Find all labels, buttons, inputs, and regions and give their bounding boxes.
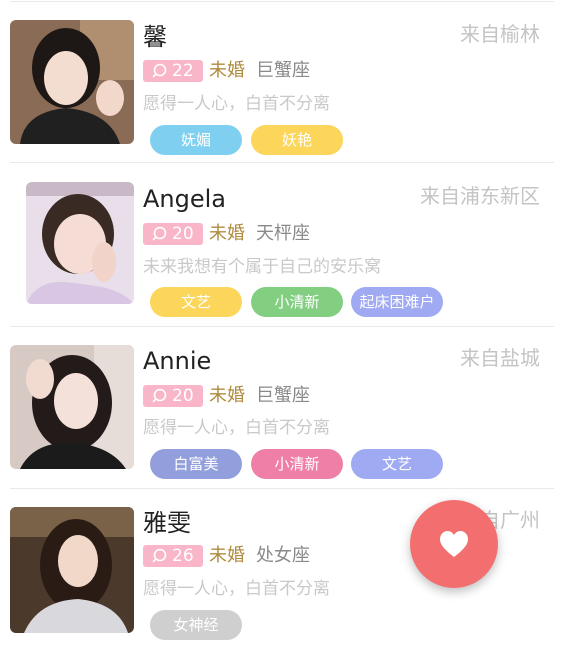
tag[interactable]: 妖艳 (251, 125, 343, 155)
age-badge: 26 (143, 545, 203, 567)
tag[interactable]: 起床困难户 (351, 287, 443, 317)
user-name: Annie (143, 347, 212, 375)
user-location: 来自榆林 (460, 22, 540, 46)
chat-bubble-icon (152, 226, 167, 241)
avatar-photo (26, 182, 134, 304)
age-value: 20 (172, 386, 194, 406)
age-badge: 20 (143, 385, 203, 407)
avatar[interactable] (10, 507, 134, 633)
like-fab-button[interactable] (410, 500, 498, 588)
user-card[interactable]: Annie 来自盐城 20 未婚 巨蟹座 愿得一人心，白首不分离 白富美 小清新… (0, 326, 564, 488)
age-badge: 20 (143, 223, 203, 245)
avatar-photo (10, 345, 134, 469)
user-motto: 未来我想有个属于自己的安乐窝 (143, 257, 381, 277)
avatar-photo (10, 507, 134, 633)
tag[interactable]: 妩媚 (150, 125, 242, 155)
chat-bubble-icon (152, 388, 167, 403)
age-value: 20 (172, 224, 194, 244)
tag[interactable]: 文艺 (150, 287, 242, 317)
avatar[interactable] (10, 20, 134, 144)
user-motto: 愿得一人心，白首不分离 (143, 94, 330, 114)
marital-status: 未婚 (209, 223, 245, 244)
tag[interactable]: 小清新 (251, 287, 343, 317)
zodiac-sign: 天枰座 (256, 223, 310, 244)
tag[interactable]: 白富美 (150, 449, 242, 479)
zodiac-sign: 巨蟹座 (256, 385, 310, 406)
marital-status: 未婚 (209, 545, 245, 566)
tag[interactable]: 女神经 (150, 610, 242, 640)
avatar[interactable] (26, 182, 134, 304)
chat-bubble-icon (152, 548, 167, 563)
user-location: 来自浦东新区 (420, 184, 540, 208)
tag[interactable]: 小清新 (251, 449, 343, 479)
age-value: 26 (172, 546, 194, 566)
user-card[interactable]: 馨 来自榆林 22 未婚 巨蟹座 愿得一人心，白首不分离 妩媚 妖艳 (0, 0, 564, 162)
age-badge: 22 (143, 60, 203, 82)
heart-icon (440, 531, 468, 557)
zodiac-sign: 处女座 (256, 545, 310, 566)
user-name: Angela (143, 185, 227, 213)
user-card[interactable]: Angela 来自浦东新区 20 未婚 天枰座 未来我想有个属于自己的安乐窝 文… (0, 162, 564, 326)
zodiac-sign: 巨蟹座 (256, 60, 310, 81)
divider (10, 326, 554, 327)
divider (10, 162, 554, 163)
user-name: 雅雯 (143, 509, 191, 537)
divider (10, 1, 554, 2)
user-motto: 愿得一人心，白首不分离 (143, 579, 330, 599)
age-value: 22 (172, 61, 194, 81)
avatar-photo (10, 20, 134, 144)
tag[interactable]: 文艺 (351, 449, 443, 479)
divider (10, 488, 554, 489)
marital-status: 未婚 (209, 385, 245, 406)
marital-status: 未婚 (209, 60, 245, 81)
user-name: 馨 (143, 23, 167, 51)
avatar[interactable] (10, 345, 134, 469)
chat-bubble-icon (152, 63, 167, 78)
user-location: 来自盐城 (460, 346, 540, 370)
user-motto: 愿得一人心，白首不分离 (143, 418, 330, 438)
